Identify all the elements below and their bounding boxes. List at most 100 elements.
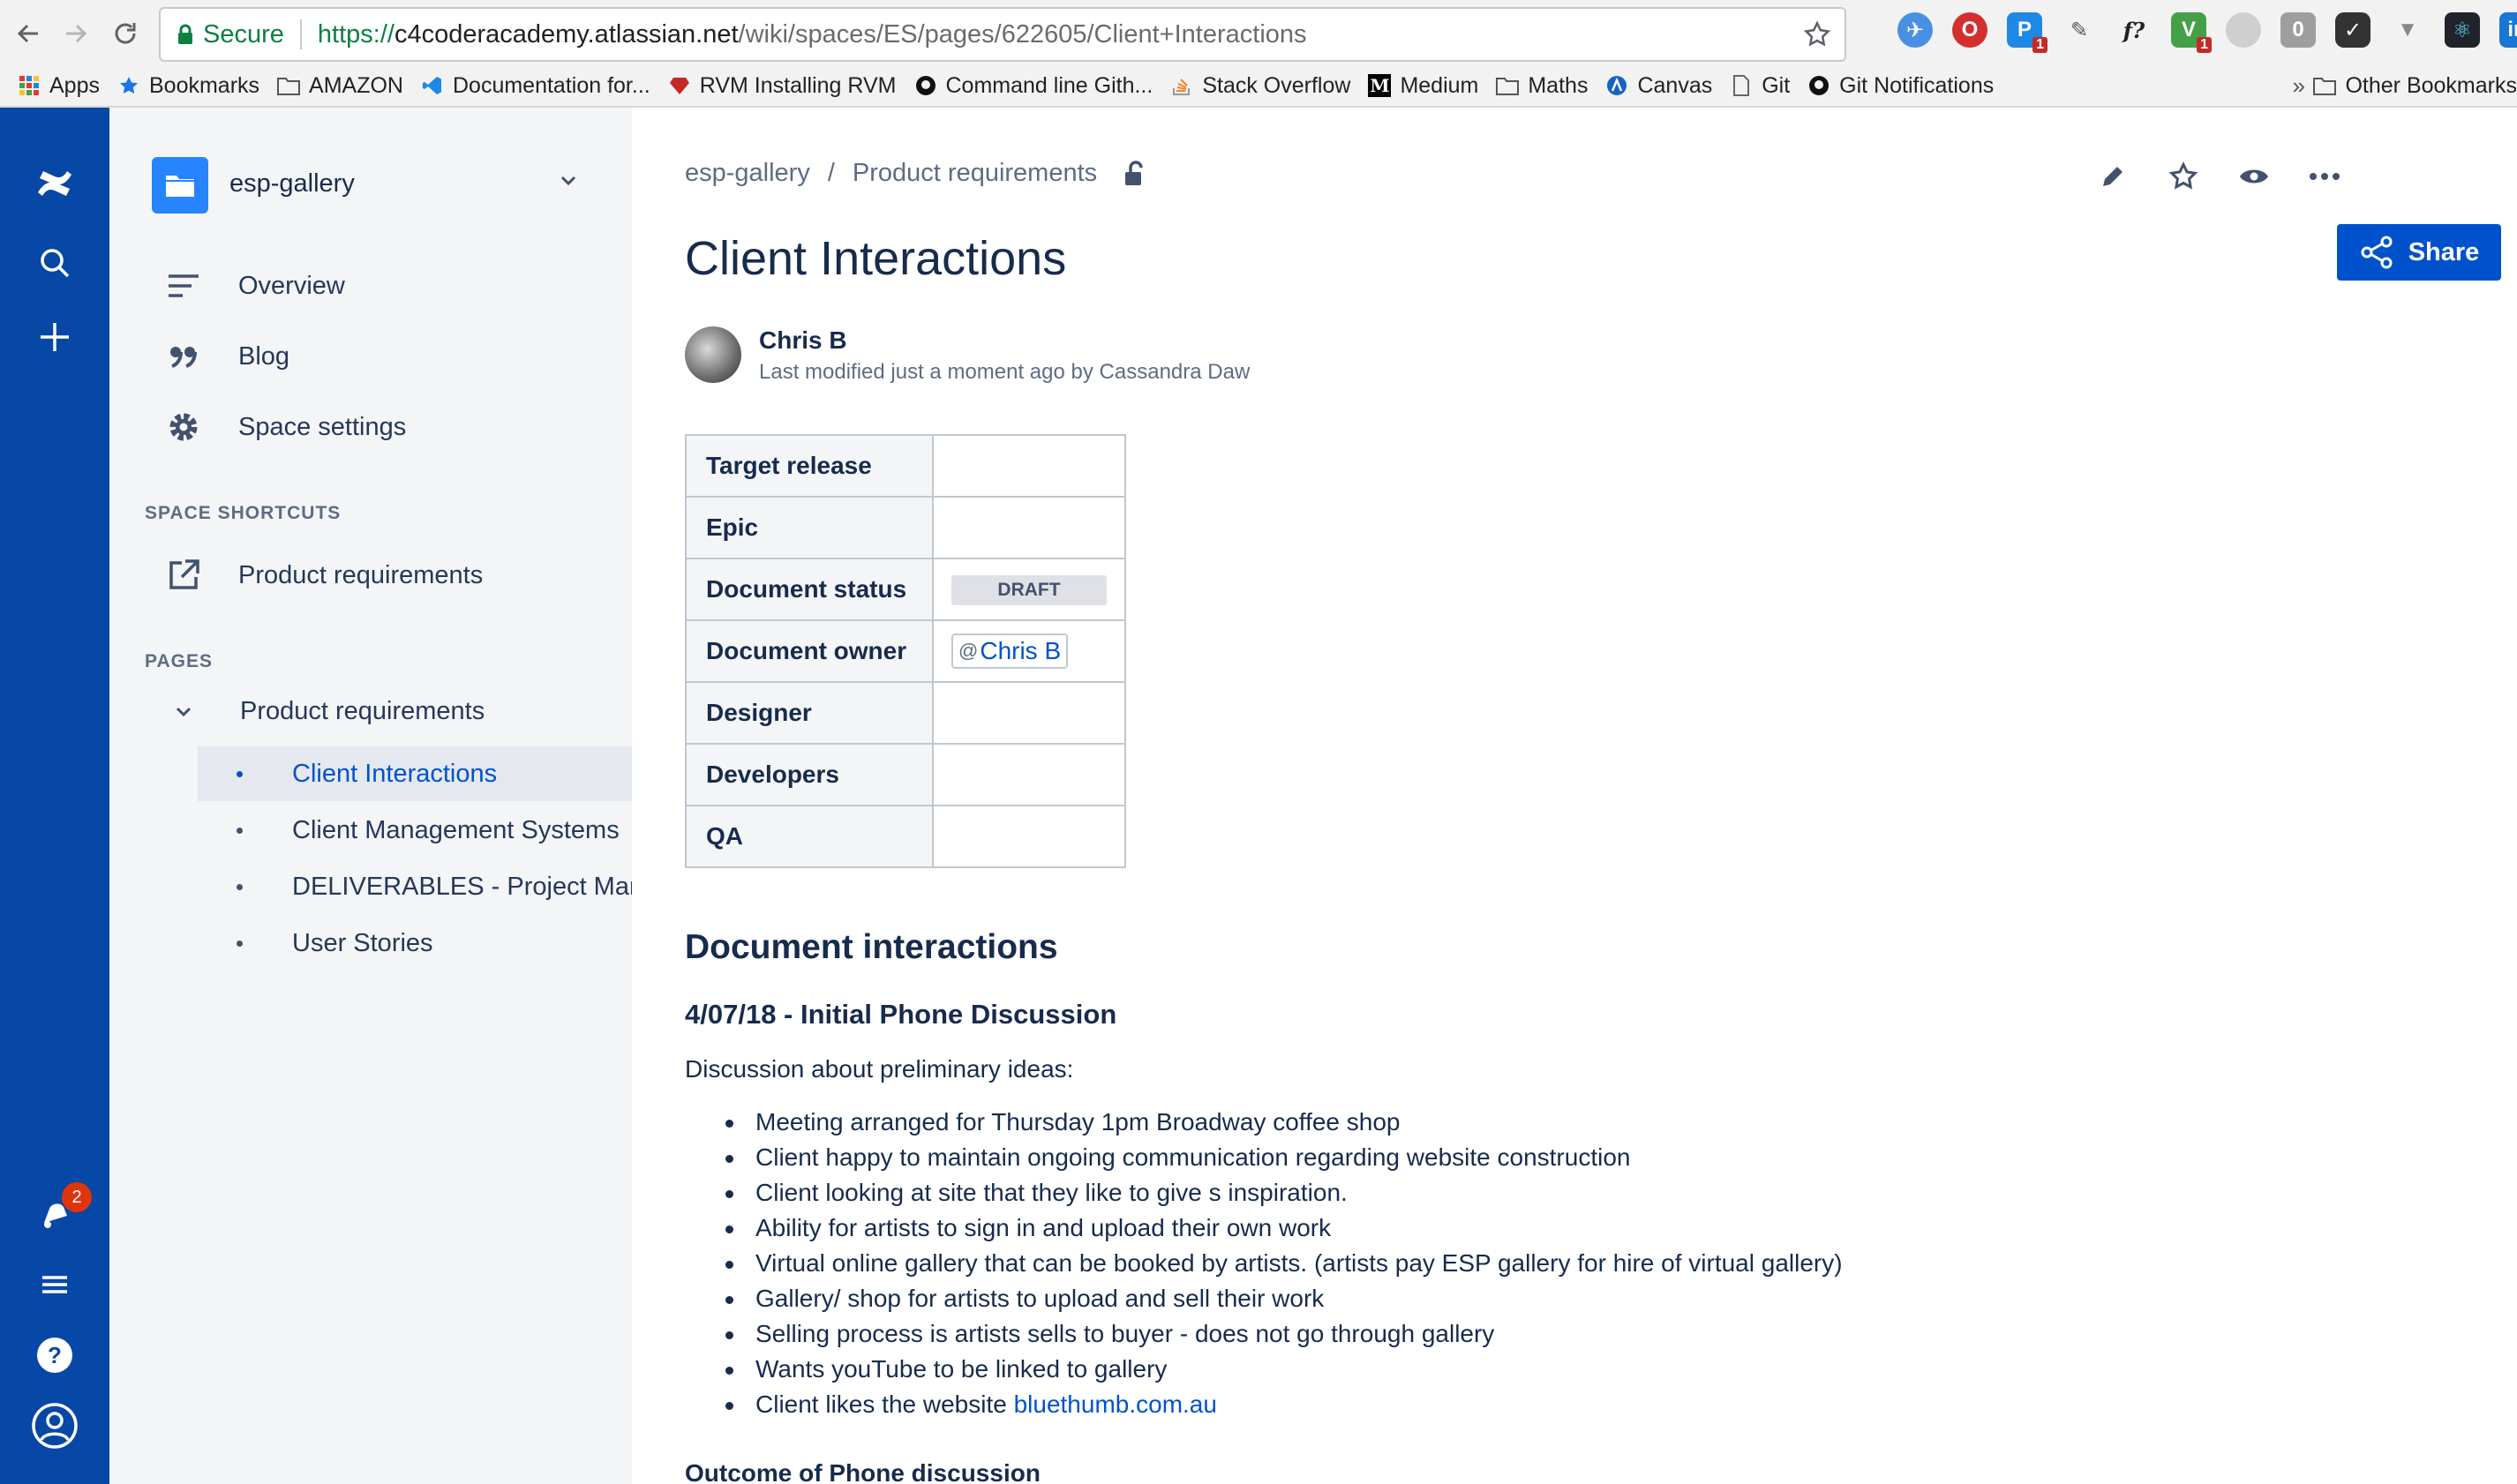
vscode-icon bbox=[421, 74, 444, 97]
sidebar-item-overview[interactable]: Overview bbox=[162, 265, 345, 307]
bookmark-item[interactable]: AMAZON bbox=[277, 73, 403, 99]
bookmarks-overflow-button[interactable]: » bbox=[2293, 72, 2305, 100]
extension-people-icon[interactable]: P1 bbox=[2007, 12, 2047, 53]
sidebar-item-blog[interactable]: Blog bbox=[162, 335, 289, 378]
bullet-dot bbox=[237, 883, 243, 890]
ruby-icon bbox=[668, 74, 691, 97]
extension-compass-icon[interactable]: ✈ bbox=[1897, 12, 1933, 48]
chevron-down-icon[interactable] bbox=[166, 706, 201, 718]
search-icon[interactable] bbox=[30, 238, 79, 288]
page-tree-item-deliverables[interactable]: DELIVERABLES - Project Management bbox=[198, 859, 632, 914]
extension-eyedropper-icon[interactable]: ✎ bbox=[2062, 12, 2097, 48]
gear-icon bbox=[162, 406, 205, 448]
extensions-bar: ✈ O P1 ✎ f? V1 0 ✓ ▼ ⚛ in2 bbox=[1897, 12, 2517, 53]
edit-pencil-icon[interactable] bbox=[2093, 157, 2132, 196]
property-value bbox=[932, 805, 1126, 868]
page-title: Client Interactions bbox=[685, 232, 1067, 285]
page-tree-item-user-stories[interactable]: User Stories bbox=[198, 916, 632, 971]
other-bookmarks[interactable]: Other Bookmarks bbox=[2313, 65, 2517, 106]
author-avatar[interactable] bbox=[685, 326, 741, 383]
share-button[interactable]: Share bbox=[2337, 224, 2501, 281]
table-row: Document status DRAFT bbox=[685, 558, 1126, 621]
extension-opera-icon[interactable]: O bbox=[1952, 12, 1987, 48]
notification-count-badge: 2 bbox=[62, 1182, 92, 1212]
menu-hamburger-icon[interactable] bbox=[30, 1260, 79, 1309]
share-icon bbox=[2361, 236, 2393, 269]
author-name[interactable]: Chris B bbox=[759, 326, 847, 355]
extension-linkedin-icon[interactable]: in2 bbox=[2499, 12, 2517, 48]
bullet-dot bbox=[237, 940, 243, 947]
user-mention[interactable]: @ Chris B bbox=[951, 633, 1069, 669]
space-name[interactable]: esp-gallery bbox=[229, 169, 355, 199]
bookmark-item[interactable]: M Medium bbox=[1368, 73, 1478, 99]
bookmark-label: Git bbox=[1762, 72, 1791, 98]
page-tree-item-client-interactions[interactable]: Client Interactions bbox=[198, 746, 632, 801]
forward-button[interactable] bbox=[58, 16, 94, 51]
property-value bbox=[932, 496, 1126, 559]
bookmark-star-icon[interactable] bbox=[1802, 19, 1832, 49]
extension-badge: 1 bbox=[2197, 37, 2212, 53]
page-properties-table: Target release Epic Document status DRAF… bbox=[685, 434, 1126, 868]
space-folder-icon[interactable] bbox=[152, 157, 208, 214]
extension-zero-icon[interactable]: 0 bbox=[2280, 12, 2316, 48]
bookmark-item[interactable]: Stack Overflow bbox=[1170, 73, 1350, 99]
bookmark-item[interactable]: Apps bbox=[18, 73, 100, 99]
forward-arrow-icon bbox=[66, 24, 87, 43]
favourite-star-icon[interactable] bbox=[2164, 157, 2203, 196]
breadcrumb-parent-link[interactable]: Product requirements bbox=[853, 159, 1097, 188]
watch-eye-icon[interactable] bbox=[2235, 157, 2273, 196]
create-plus-icon[interactable] bbox=[30, 312, 79, 362]
extension-fx-icon[interactable]: f? bbox=[2116, 12, 2152, 48]
table-row: Document owner @ Chris B bbox=[685, 619, 1126, 683]
extension-shield-icon[interactable]: V1 bbox=[2171, 12, 2212, 53]
bookmark-label: Documentation for... bbox=[452, 72, 650, 98]
sidebar-item-space-settings[interactable]: Space settings bbox=[162, 406, 406, 448]
unlock-icon[interactable] bbox=[1123, 160, 1145, 187]
browser-chrome: Secure https:// c4coderacademy.atlassian… bbox=[0, 0, 2517, 108]
page-tree-parent-label: Product requirements bbox=[240, 697, 485, 725]
github-icon bbox=[914, 74, 937, 97]
bookmark-item[interactable]: Canvas bbox=[1605, 73, 1712, 99]
bookmark-item[interactable]: Documentation for... bbox=[421, 73, 650, 99]
page-tree-item-client-management-systems[interactable]: Client Management Systems bbox=[198, 803, 632, 858]
list-item: Client likes the website bluethumb.com.a… bbox=[720, 1387, 1843, 1422]
breadcrumb-space-link[interactable]: esp-gallery bbox=[685, 159, 810, 188]
table-row: QA bbox=[685, 805, 1126, 868]
bookmark-label: Stack Overflow bbox=[1202, 72, 1351, 98]
extension-vue-icon[interactable]: ▼ bbox=[2390, 12, 2425, 48]
back-button[interactable] bbox=[11, 16, 46, 51]
address-bar[interactable]: Secure https:// c4coderacademy.atlassian… bbox=[159, 7, 1846, 62]
sidebar-item-label: Blog bbox=[238, 341, 290, 371]
confluence-logo-icon[interactable] bbox=[30, 159, 79, 208]
page-tree-parent[interactable]: Product requirements bbox=[166, 697, 485, 726]
bookmark-item[interactable]: Command line Gith... bbox=[914, 73, 1153, 99]
shortcut-product-requirements[interactable]: Product requirements bbox=[162, 554, 483, 596]
reload-button[interactable] bbox=[108, 16, 143, 51]
bookmark-item[interactable]: Maths bbox=[1496, 73, 1588, 99]
bookmark-label: AMAZON bbox=[309, 72, 403, 98]
bookmark-item[interactable]: RVM Installing RVM bbox=[668, 73, 897, 99]
sidebar-item-label: Space settings bbox=[238, 412, 407, 441]
bookmark-label: Maths bbox=[1528, 72, 1589, 98]
chevron-down-icon[interactable] bbox=[560, 175, 577, 187]
extension-react-icon[interactable]: ⚛ bbox=[2445, 12, 2480, 48]
bookmark-item[interactable]: Bookmarks bbox=[117, 73, 259, 99]
help-icon[interactable]: ? bbox=[30, 1330, 79, 1380]
mention-at-symbol: @ bbox=[958, 640, 979, 662]
bluethumb-link[interactable]: bluethumb.com.au bbox=[1014, 1390, 1217, 1418]
bookmark-item[interactable]: Git bbox=[1730, 73, 1790, 99]
table-row: Epic bbox=[685, 496, 1126, 559]
bookmarks-bar: Apps Bookmarks AMAZON Documentation for.… bbox=[0, 65, 2517, 106]
extension-grey-icon[interactable] bbox=[2226, 12, 2261, 48]
bookmark-item[interactable]: Git Notifications bbox=[1807, 73, 1994, 99]
page-tree-item-label: User Stories bbox=[292, 928, 433, 957]
more-actions-icon[interactable] bbox=[2305, 157, 2344, 196]
extension-pocket-icon[interactable]: ✓ bbox=[2335, 12, 2370, 48]
property-key: Document owner bbox=[685, 619, 934, 683]
sidebar-item-label: Overview bbox=[238, 271, 345, 300]
profile-avatar-icon[interactable] bbox=[30, 1401, 79, 1450]
share-button-label: Share bbox=[2408, 237, 2480, 266]
entry-heading: 4/07/18 - Initial Phone Discussion bbox=[685, 999, 1117, 1030]
overview-lines-icon bbox=[162, 265, 205, 307]
url-scheme: https:// bbox=[317, 19, 394, 49]
